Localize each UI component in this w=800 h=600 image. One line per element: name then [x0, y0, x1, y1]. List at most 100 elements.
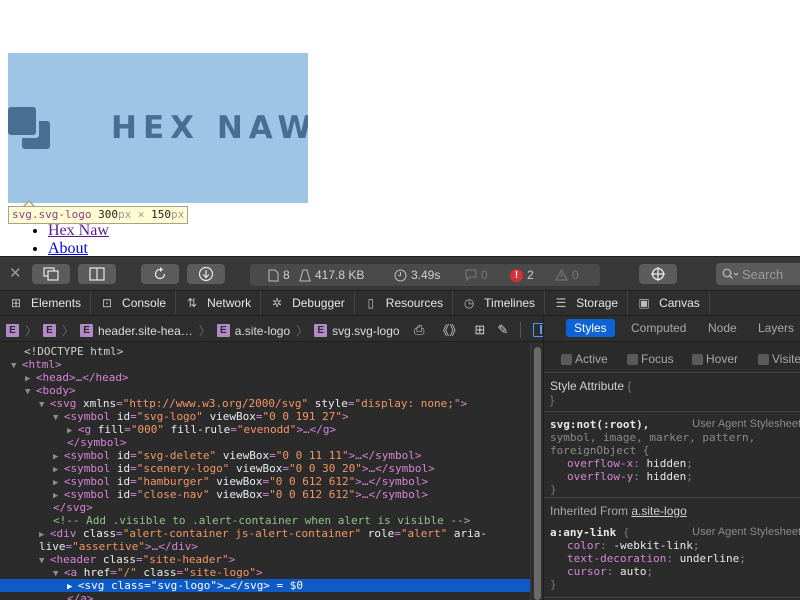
print-icon[interactable]: ⎙ [414, 322, 424, 338]
sidebar-tab-node[interactable]: Node [708, 321, 737, 335]
disclosure-closed-icon[interactable]: ▶ [39, 530, 50, 540]
breadcrumb-item-html[interactable]: E [6, 324, 19, 337]
toolbar-divider [520, 321, 522, 338]
disclosure-open-icon[interactable]: ▼ [11, 361, 22, 371]
dom-node[interactable]: ▼ <a href="/" class="site-logo"> [0, 566, 530, 579]
tab-search[interactable]: ⌕Search [710, 291, 800, 315]
dom-node[interactable]: ▶ <symbol id="hamburger" viewBox="0 0 61… [0, 475, 530, 488]
pseudo-visited-checkbox[interactable]: Visited [758, 352, 800, 366]
css-property[interactable]: overflow-x: hidden; [550, 457, 795, 470]
toolbar-search-input[interactable]: Search [716, 263, 800, 285]
shadow-dom-icon[interactable]: 《》 [436, 320, 462, 339]
dom-node[interactable]: ▼ <body> [0, 384, 530, 397]
speech-bubble-icon [465, 269, 477, 281]
dom-node[interactable]: </a> [0, 592, 530, 600]
disclosure-open-icon[interactable]: ▼ [53, 413, 64, 423]
load-time[interactable]: 3.49s [394, 268, 440, 282]
disclosure-open-icon[interactable]: ▼ [39, 556, 50, 566]
dom-node[interactable]: ▶ <g fill="000" fill-rule="evenodd">…</g… [0, 423, 530, 436]
css-rule-any-link[interactable]: a:any-link {User Agent Stylesheet color:… [544, 520, 800, 598]
pseudo-focus-checkbox[interactable]: Focus [627, 352, 674, 366]
storage-icon: ☰ [555, 296, 567, 310]
sidebar-tab-layers[interactable]: Layers [758, 321, 794, 335]
disclosure-closed-icon[interactable]: ▶ [25, 374, 36, 384]
inherited-from-link[interactable]: a.site-logo [631, 504, 686, 518]
resource-count[interactable]: 8 [268, 268, 290, 282]
dom-node[interactable]: ▶ <div class="alert-container js-alert-c… [0, 527, 530, 540]
dom-node[interactable]: </symbol> [0, 436, 530, 449]
disclosure-closed-icon[interactable]: ▶ [53, 491, 64, 501]
download-button[interactable] [187, 264, 225, 284]
disclosure-closed-icon[interactable]: ▶ [53, 452, 64, 462]
dom-node[interactable]: </svg> [0, 501, 530, 514]
breadcrumb-item-svg[interactable]: Esvg.svg-logo [314, 324, 400, 338]
breadcrumb-item-a[interactable]: Ea.site-logo [216, 324, 290, 338]
dom-node-continued[interactable]: live="assertive">…</div> [0, 540, 530, 553]
element-badge-icon: E [6, 324, 19, 337]
dom-tree[interactable]: <!DOCTYPE html> ▼ <html> ▶ <head>…</head… [0, 343, 530, 600]
inspect-element-button[interactable] [639, 264, 677, 284]
breadcrumb-item-body[interactable]: E [43, 324, 57, 337]
dom-node[interactable]: ▼ <symbol id="svg-logo" viewBox="0 0 191… [0, 410, 530, 423]
pseudo-hover-checkbox[interactable]: Hover [692, 352, 738, 366]
close-icon[interactable]: ✕ [9, 266, 22, 282]
dom-comment[interactable]: <!-- Add .visible to .alert-container wh… [0, 514, 530, 527]
split-view-icon [89, 267, 105, 281]
dom-node[interactable]: ▶ <head>…</head> [0, 371, 530, 384]
tab-elements[interactable]: ⊞ Elements [0, 291, 92, 315]
dom-node[interactable]: ▶ <symbol id="close-nav" viewBox="0 0 61… [0, 488, 530, 501]
css-property[interactable]: color: -webkit-link; [550, 539, 795, 552]
dom-node[interactable]: ▼ <header class="site-header"> [0, 553, 530, 566]
site-logo-highlight[interactable]: HEX NAW [8, 53, 308, 203]
paintbrush-icon[interactable]: ✎ [497, 322, 508, 338]
tab-network[interactable]: ⇅ Network [176, 291, 262, 315]
chevron-right-icon: 〉 [62, 324, 75, 338]
scrollbar-thumb[interactable] [534, 347, 541, 600]
grid-icon[interactable]: ⊞ [474, 322, 485, 338]
log-count[interactable]: 0 [465, 268, 488, 282]
sidebar-tab-bar: Styles Computed Node Layers [544, 316, 800, 342]
split-view-button[interactable] [78, 264, 116, 284]
dom-node[interactable]: ▶ <symbol id="scenery-logo" viewBox="0 0… [0, 462, 530, 475]
css-property[interactable]: text-decoration: underline; [550, 552, 795, 565]
disclosure-closed-icon[interactable]: ▶ [53, 478, 64, 488]
inherited-from-label: Inherited From a.site-logo [550, 504, 687, 518]
css-property[interactable]: cursor: auto; [550, 565, 795, 578]
nav-link-about[interactable]: About [48, 240, 88, 256]
dashboard-status[interactable]: 8 417.8 KB 3.49s 0 ! 2 0 [250, 264, 600, 286]
reload-button[interactable] [141, 264, 179, 284]
disclosure-closed-icon[interactable]: ▶ [53, 465, 64, 475]
tab-console[interactable]: ⊡ Console [91, 291, 177, 315]
disclosure-open-icon[interactable]: ▼ [25, 387, 36, 397]
css-property[interactable]: overflow-y: hidden; [550, 470, 795, 483]
warning-count[interactable]: 0 [555, 268, 579, 282]
dom-node[interactable]: ▶ <symbol id="svg-delete" viewBox="0 0 1… [0, 449, 530, 462]
breadcrumb: E 〉 E 〉 Eheader.site-hea… 〉 Ea.site-logo… [6, 322, 400, 339]
style-attribute-rule[interactable]: Style Attribute { } [544, 374, 800, 412]
error-count[interactable]: ! 2 [510, 268, 534, 282]
sidebar-tab-computed[interactable]: Computed [631, 321, 686, 335]
tab-storage[interactable]: ☰ Storage [545, 291, 629, 315]
disclosure-open-icon[interactable]: ▼ [39, 400, 50, 410]
tab-canvas[interactable]: ▣ Canvas [628, 291, 710, 315]
sidebar-tab-styles[interactable]: Styles [566, 319, 615, 337]
dom-node-selected[interactable]: ▶ <svg class="svg-logo">…</svg> = $0 [0, 579, 530, 592]
dock-toggle-button[interactable] [32, 264, 70, 284]
pseudo-class-toggles: Active Focus Hover Visited [544, 343, 800, 373]
disclosure-open-icon[interactable]: ▼ [53, 569, 64, 579]
dom-node[interactable]: ▼ <html> [0, 358, 530, 371]
breadcrumb-item-header[interactable]: Eheader.site-hea… [80, 324, 193, 338]
transfer-size[interactable]: 417.8 KB [299, 268, 364, 282]
tab-resources[interactable]: ▯ Resources [355, 291, 454, 315]
disclosure-closed-icon[interactable]: ▶ [67, 426, 78, 436]
css-rule-svg-not-root[interactable]: svg:not(:root), User Agent Stylesheet sym… [544, 412, 800, 498]
dom-tree-scrollbar[interactable] [530, 343, 543, 600]
pseudo-active-checkbox[interactable]: Active [561, 352, 608, 366]
tab-debugger[interactable]: ✲ Debugger [261, 291, 355, 315]
disclosure-closed-icon[interactable]: ▶ [67, 582, 78, 592]
nav-link-hex-naw[interactable]: Hex Naw [48, 222, 109, 239]
dom-node[interactable]: ▼ <svg xmlns="http://www.w3.org/2000/svg… [0, 397, 530, 410]
dom-node[interactable]: <!DOCTYPE html> [0, 345, 530, 358]
tab-timelines[interactable]: ◷ Timelines [453, 291, 546, 315]
search-icon [722, 268, 738, 279]
